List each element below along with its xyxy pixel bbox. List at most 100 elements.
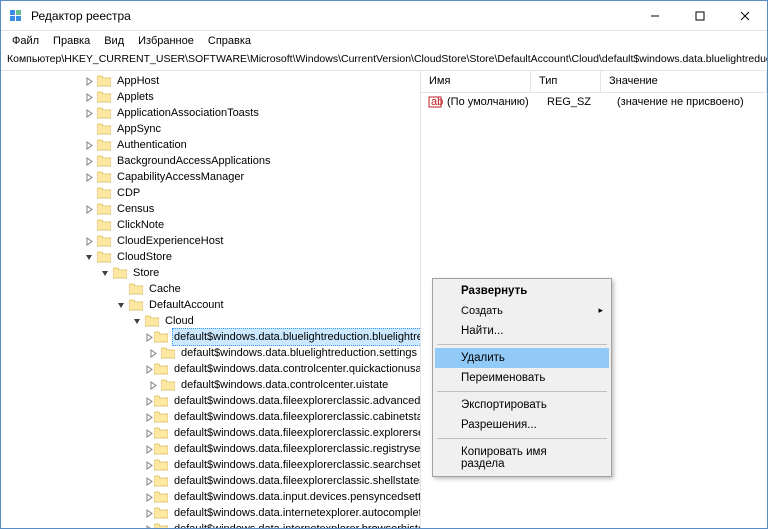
folder-icon	[97, 91, 111, 103]
tree-toggle-icon[interactable]	[81, 157, 97, 166]
tree-node-label: Cache	[147, 281, 183, 297]
ctx-expand[interactable]: Развернуть	[435, 281, 609, 301]
folder-icon	[97, 139, 111, 151]
tree-toggle-icon[interactable]	[81, 253, 97, 262]
tree-toggle-icon[interactable]	[81, 109, 97, 118]
tree-pane: AppHostAppletsApplicationAssociationToas…	[1, 71, 421, 528]
tree-toggle-icon[interactable]	[145, 493, 154, 502]
column-name[interactable]: Имя	[421, 71, 531, 92]
folder-icon	[154, 395, 168, 407]
tree-node[interactable]: default$windows.data.bluelightreduction.…	[1, 329, 420, 345]
tree-node-label: AppHost	[115, 73, 161, 89]
folder-icon	[97, 75, 111, 87]
tree-toggle-icon[interactable]	[97, 269, 113, 278]
tree-toggle-icon[interactable]	[145, 429, 154, 438]
tree-toggle-icon[interactable]	[81, 205, 97, 214]
tree-node[interactable]: Census	[1, 201, 420, 217]
tree-node-label: CDP	[115, 185, 142, 201]
tree-node-label: ApplicationAssociationToasts	[115, 105, 261, 121]
tree-node[interactable]: default$windows.data.bluelightreduction.…	[1, 345, 420, 361]
tree-node[interactable]: AppHost	[1, 73, 420, 89]
tree-node[interactable]: Applets	[1, 89, 420, 105]
tree-toggle-icon[interactable]	[81, 93, 97, 102]
tree-node[interactable]: CloudStore	[1, 249, 420, 265]
address-bar[interactable]: Компьютер\HKEY_CURRENT_USER\SOFTWARE\Mic…	[1, 51, 767, 71]
tree-toggle-icon[interactable]	[81, 77, 97, 86]
context-menu: Развернуть Создать▸ Найти... Удалить Пер…	[432, 278, 612, 477]
maximize-button[interactable]	[677, 1, 722, 30]
menu-view[interactable]: Вид	[97, 33, 131, 49]
tree-node[interactable]: AppSync	[1, 121, 420, 137]
tree-node[interactable]: CapabilityAccessManager	[1, 169, 420, 185]
column-type[interactable]: Тип	[531, 71, 601, 92]
ctx-export[interactable]: Экспортировать	[435, 395, 609, 415]
string-value-icon: ab	[427, 94, 443, 110]
tree-node-label: default$windows.data.internetexplorer.au…	[172, 505, 420, 521]
tree-node[interactable]: CloudExperienceHost	[1, 233, 420, 249]
tree-toggle-icon[interactable]	[81, 141, 97, 150]
tree-node[interactable]: CDP	[1, 185, 420, 201]
content-area: AppHostAppletsApplicationAssociationToas…	[1, 71, 767, 528]
menu-edit[interactable]: Правка	[46, 33, 97, 49]
registry-tree[interactable]: AppHostAppletsApplicationAssociationToas…	[1, 71, 420, 528]
tree-node[interactable]: default$windows.data.fileexplorerclassic…	[1, 409, 420, 425]
menu-help[interactable]: Справка	[201, 33, 258, 49]
ctx-delete[interactable]: Удалить	[435, 348, 609, 368]
tree-toggle-icon[interactable]	[145, 413, 154, 422]
tree-node[interactable]: default$windows.data.fileexplorerclassic…	[1, 393, 420, 409]
folder-icon	[154, 427, 168, 439]
tree-toggle-icon[interactable]	[129, 317, 145, 326]
ctx-permissions[interactable]: Разрешения...	[435, 415, 609, 435]
app-icon	[9, 8, 25, 24]
tree-toggle-icon[interactable]	[145, 333, 154, 342]
value-row[interactable]: ab(По умолчанию)REG_SZ(значение не присв…	[421, 93, 767, 111]
value-name: (По умолчанию)	[447, 96, 547, 108]
tree-toggle-icon[interactable]	[81, 237, 97, 246]
folder-icon	[161, 379, 175, 391]
tree-node-label: Store	[131, 265, 161, 281]
tree-node[interactable]: default$windows.data.controlcenter.uista…	[1, 377, 420, 393]
tree-toggle-icon[interactable]	[145, 445, 154, 454]
tree-toggle-icon[interactable]	[145, 381, 161, 390]
tree-node[interactable]: default$windows.data.fileexplorerclassic…	[1, 425, 420, 441]
tree-node[interactable]: default$windows.data.internetexplorer.br…	[1, 521, 420, 528]
tree-toggle-icon[interactable]	[145, 477, 154, 486]
tree-node[interactable]: Cloud	[1, 313, 420, 329]
tree-toggle-icon[interactable]	[145, 509, 154, 518]
tree-node[interactable]: ApplicationAssociationToasts	[1, 105, 420, 121]
ctx-find[interactable]: Найти...	[435, 321, 609, 341]
folder-icon	[129, 283, 143, 295]
tree-toggle-icon[interactable]	[145, 397, 154, 406]
tree-node[interactable]: ClickNote	[1, 217, 420, 233]
tree-node[interactable]: DefaultAccount	[1, 297, 420, 313]
tree-toggle-icon[interactable]	[145, 461, 154, 470]
tree-node-label: default$windows.data.controlcenter.quick…	[172, 361, 420, 377]
folder-icon	[154, 363, 168, 375]
ctx-copy-key-name[interactable]: Копировать имя раздела	[435, 442, 609, 474]
folder-icon	[97, 219, 111, 231]
tree-node[interactable]: Store	[1, 265, 420, 281]
minimize-button[interactable]	[632, 1, 677, 30]
tree-toggle-icon[interactable]	[113, 301, 129, 310]
tree-node[interactable]: Cache	[1, 281, 420, 297]
tree-node[interactable]: BackgroundAccessApplications	[1, 153, 420, 169]
tree-node[interactable]: default$windows.data.fileexplorerclassic…	[1, 457, 420, 473]
tree-node[interactable]: default$windows.data.input.devices.pensy…	[1, 489, 420, 505]
tree-toggle-icon[interactable]	[145, 349, 161, 358]
tree-node[interactable]: default$windows.data.fileexplorerclassic…	[1, 441, 420, 457]
tree-node[interactable]: Authentication	[1, 137, 420, 153]
tree-node-label: Applets	[115, 89, 156, 105]
tree-toggle-icon[interactable]	[145, 365, 154, 374]
ctx-new[interactable]: Создать▸	[435, 301, 609, 321]
close-button[interactable]	[722, 1, 767, 30]
tree-node[interactable]: default$windows.data.controlcenter.quick…	[1, 361, 420, 377]
ctx-separator	[437, 344, 607, 345]
ctx-rename[interactable]: Переименовать	[435, 368, 609, 388]
tree-toggle-icon[interactable]	[81, 173, 97, 182]
menu-favorites[interactable]: Избранное	[131, 33, 201, 49]
column-data[interactable]: Значение	[601, 71, 767, 92]
menu-file[interactable]: Файл	[5, 33, 46, 49]
tree-node[interactable]: default$windows.data.fileexplorerclassic…	[1, 473, 420, 489]
tree-node[interactable]: default$windows.data.internetexplorer.au…	[1, 505, 420, 521]
tree-toggle-icon[interactable]	[145, 525, 154, 529]
